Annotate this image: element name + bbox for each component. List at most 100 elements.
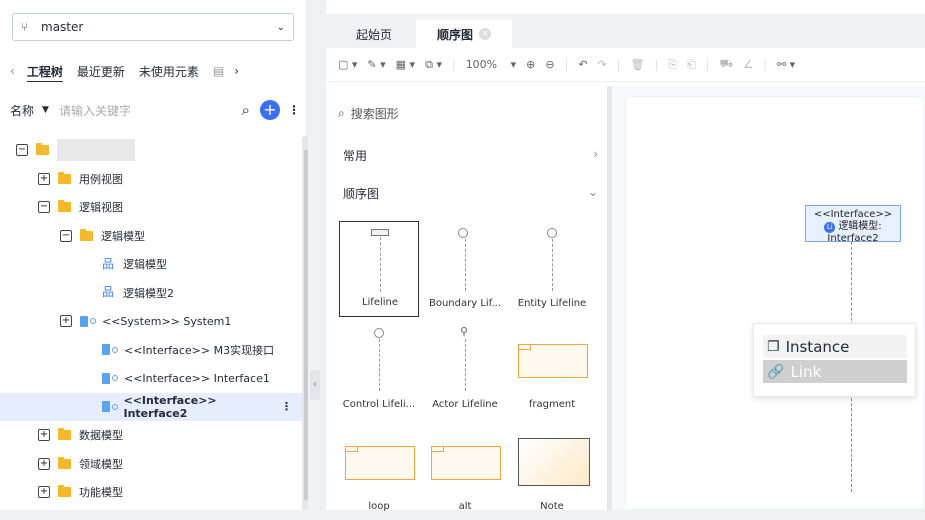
interface-icon [101, 401, 110, 412]
copy-icon[interactable]: ⧉ ▾ [425, 58, 442, 72]
shape-loop[interactable]: loop [339, 424, 419, 520]
shape-entity-lifeline[interactable]: Entity Lifeline [512, 221, 592, 317]
interface-icon [102, 372, 110, 384]
tree-item-label: 数据模型 [79, 429, 123, 442]
tree-item[interactable]: − [0, 136, 306, 164]
shape-name: fragment [528, 399, 576, 410]
tree-item[interactable]: + <<System>> System1 [0, 307, 306, 335]
editor-tabbar: 起始页 顺序图 × [326, 14, 925, 48]
shape-name: Boundary Lif... [428, 298, 502, 309]
fill-icon[interactable]: ⛟ [720, 57, 734, 72]
search-input[interactable]: 请输入关键字 [59, 102, 242, 119]
layout-icon[interactable]: ▦ ▾ [396, 58, 415, 71]
interface-icon [102, 344, 110, 355]
paste-format-icon[interactable]: ⎗ [687, 58, 696, 72]
more-icon[interactable]: ⋮ [281, 400, 292, 413]
toolbar-divider: | [451, 58, 456, 71]
tree-item[interactable]: 品逻辑模型2 [0, 279, 306, 307]
tab-start-page[interactable]: 起始页 [338, 20, 410, 48]
lifeline-head-icon [371, 229, 389, 236]
tree-item-label: 逻辑模型2 [123, 286, 174, 300]
tab-more-icon[interactable]: ▤ [213, 64, 224, 78]
more-icon[interactable]: ⋮ [288, 103, 300, 117]
interface-icon [80, 315, 88, 327]
interface-lifeline-head[interactable]: <<Interface>> Li 逻辑模型: Interface2 [805, 205, 901, 244]
caret-down-icon[interactable]: ▼ [42, 105, 49, 115]
lifeline-line [465, 239, 466, 291]
tab-sequence-diagram[interactable]: 顺序图 × [416, 20, 512, 48]
tree-item[interactable]: + 功能模型 [0, 478, 306, 506]
tab-prev-icon[interactable]: ‹ [10, 64, 15, 78]
toolbar-divider: | [564, 58, 569, 71]
chevron-right-icon: › [593, 147, 598, 161]
tree-item[interactable]: <<Interface>> M3实现接口 [0, 336, 306, 364]
tree-item[interactable]: − 逻辑视图 [0, 193, 306, 221]
shape-name: Actor Lifeline [432, 399, 498, 410]
tree-item[interactable]: <<Interface>> Interface1 [0, 364, 306, 392]
expand-icon[interactable]: + [60, 315, 72, 327]
connector-icon[interactable]: ⚯ ▾ [777, 58, 795, 71]
zoom-select[interactable]: 100% ▾ [466, 58, 516, 71]
delete-icon[interactable]: 🗑 [630, 58, 644, 71]
menu-item-link[interactable]: 🔗 Link [763, 360, 907, 383]
tree-item[interactable]: − 逻辑模型 [0, 222, 306, 250]
undo-icon[interactable]: ↶ [578, 58, 587, 71]
collapse-icon[interactable]: − [16, 144, 28, 156]
branch-selector[interactable]: ⑂ master ⌄ [12, 13, 294, 41]
zoom-in-icon[interactable]: ⊕ [526, 58, 535, 71]
tab-sequence-diagram-label: 顺序图 [436, 27, 473, 42]
interface-dot-icon [112, 375, 118, 381]
chevron-down-icon: ⌄ [587, 185, 598, 199]
paste-icon[interactable]: ⎘ [668, 58, 677, 72]
expand-icon[interactable]: + [38, 457, 50, 470]
search-icon[interactable]: ⌕ [242, 101, 250, 119]
palette-section-common[interactable]: 常用 › [343, 147, 598, 164]
tab-next-icon[interactable]: › [234, 64, 239, 78]
tree-item-label: 逻辑视图 [79, 201, 123, 214]
expand-icon[interactable]: + [38, 486, 50, 498]
tree-scrollbar-thumb[interactable] [304, 150, 308, 500]
expand-icon[interactable]: + [38, 172, 50, 185]
palette-section-common-label: 常用 [343, 149, 368, 163]
shape-name: alt [458, 501, 472, 512]
shape-lifeline[interactable]: Lifeline [339, 221, 419, 317]
close-icon[interactable]: × [479, 28, 491, 40]
collapse-icon[interactable]: − [38, 201, 50, 213]
redo-icon[interactable]: ↷ [598, 58, 607, 71]
edit-icon[interactable]: ✎ ▾ [367, 58, 385, 71]
shape-note[interactable]: Note [512, 424, 592, 520]
shape-fragment[interactable]: fragment [512, 322, 592, 418]
expand-icon[interactable]: + [38, 429, 50, 441]
interface-icon: Li [824, 221, 836, 233]
tree-item[interactable]: + 数据模型 [0, 421, 306, 449]
tab-recent[interactable]: 最近更新 [77, 63, 125, 80]
add-icon[interactable]: + [260, 100, 280, 120]
shape-boundary-lifeline[interactable]: Boundary Lif... [425, 221, 505, 317]
palette-section-sequence[interactable]: 顺序图 ⌄ [343, 185, 598, 202]
tree-item[interactable]: + 用例视图 [0, 165, 306, 193]
diagram-page[interactable] [625, 96, 925, 510]
tree-item-label: 领域模型 [79, 457, 123, 471]
link-icon: 🔗 [767, 363, 785, 380]
menu-item-instance[interactable]: ❐ Instance [763, 335, 907, 358]
tree-tabs: ‹ 工程树 最近更新 未使用元素 ▤ › [0, 58, 306, 84]
new-icon[interactable]: ▢ ▾ [338, 58, 357, 71]
shape-actor-lifeline[interactable]: ⚲ Actor Lifeline [425, 322, 505, 418]
search-icon: ⌕ [338, 105, 345, 120]
tree-item[interactable]: 品逻辑模型 [0, 250, 306, 278]
shape-control-lifeline[interactable]: Control Lifeli... [339, 322, 419, 418]
shape-search-input[interactable]: ⌕ 搜索图形 [338, 100, 598, 126]
tab-project-tree[interactable]: 工程树 [27, 63, 63, 80]
context-menu: ❐ Instance 🔗 Link [753, 323, 916, 397]
filter-field-select[interactable]: 名称 [10, 102, 34, 119]
collapse-icon[interactable]: − [60, 229, 72, 242]
tab-unused[interactable]: 未使用元素 [139, 63, 199, 80]
tree-item[interactable]: <<Interface>> Interface2 ⋮ [0, 392, 306, 421]
tree-item-label: <<System>> System1 [102, 314, 232, 328]
line-color-icon[interactable]: ∠ [743, 58, 753, 71]
collapse-left-panel-handle[interactable]: ‹ [310, 370, 320, 400]
zoom-out-icon[interactable]: ⊖ [545, 58, 554, 71]
shape-alt[interactable]: alt [425, 424, 505, 520]
tree-item[interactable]: + 领域模型 [0, 450, 306, 478]
shape-name: Entity Lifeline [517, 298, 587, 309]
